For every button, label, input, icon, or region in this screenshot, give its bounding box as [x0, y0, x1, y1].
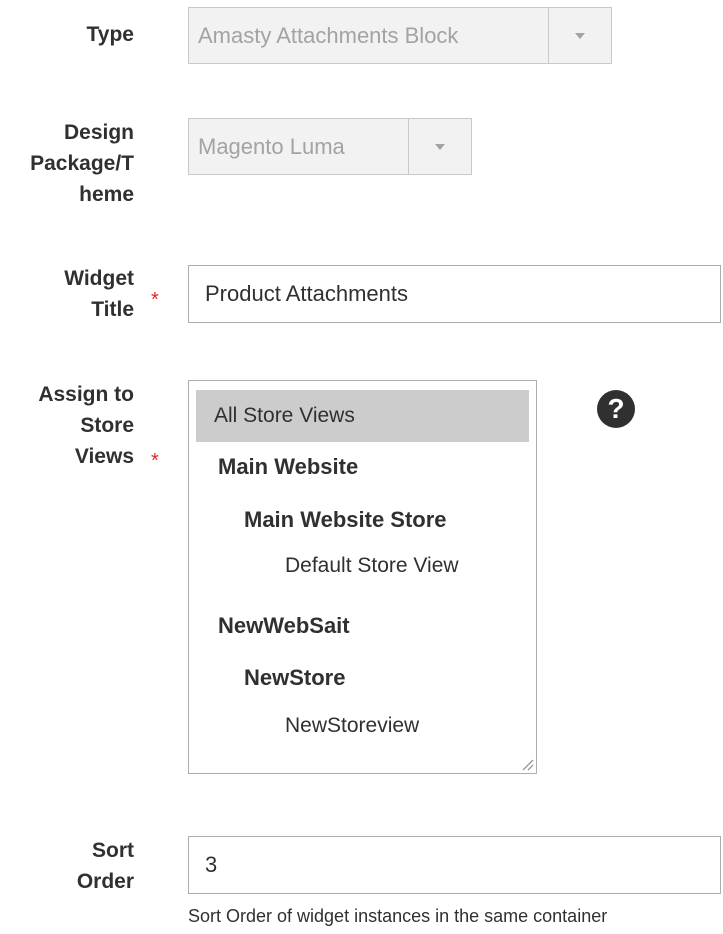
type-select-value: Amasty Attachments Block: [198, 22, 459, 48]
option-all-store-views[interactable]: All Store Views: [196, 390, 529, 442]
type-label: Type: [86, 23, 134, 46]
required-mark: *: [151, 289, 159, 311]
design-label: Design Package/T heme: [30, 121, 134, 206]
required-mark: *: [151, 450, 159, 472]
sort-order-input[interactable]: 3: [188, 836, 721, 894]
option-newwebsait: NewWebSait: [218, 613, 350, 638]
widget-settings-form: Type Amasty Attachments Block Design Pac…: [0, 0, 723, 934]
widget-title-value: Product Attachments: [205, 281, 408, 306]
option-newstore: NewStore: [244, 665, 346, 690]
type-select[interactable]: Amasty Attachments Block: [188, 7, 612, 64]
option-main-website-store: Main Website Store: [244, 507, 447, 532]
option-newstoreview[interactable]: NewStoreview: [285, 714, 419, 738]
chevron-down-icon: [408, 119, 471, 174]
chevron-down-icon: [548, 8, 611, 63]
resize-handle-icon[interactable]: [520, 757, 534, 771]
design-select-value: Magento Luma: [198, 133, 345, 159]
option-main-website: Main Website: [218, 454, 359, 479]
design-select[interactable]: Magento Luma: [188, 118, 472, 175]
sort-order-value: 3: [205, 852, 218, 877]
option-default-store-view[interactable]: Default Store View: [285, 554, 459, 578]
help-icon[interactable]: ?: [597, 390, 635, 428]
store-views-label: Assign to Store Views: [38, 383, 134, 468]
widget-title-label: Widget Title: [64, 267, 134, 321]
widget-title-input[interactable]: Product Attachments: [188, 265, 721, 323]
store-views-multiselect[interactable]: All Store Views Main Website Main Websit…: [188, 380, 537, 774]
sort-order-label: Sort Order: [76, 839, 134, 893]
sort-order-note: Sort Order of widget instances in the sa…: [188, 906, 608, 926]
